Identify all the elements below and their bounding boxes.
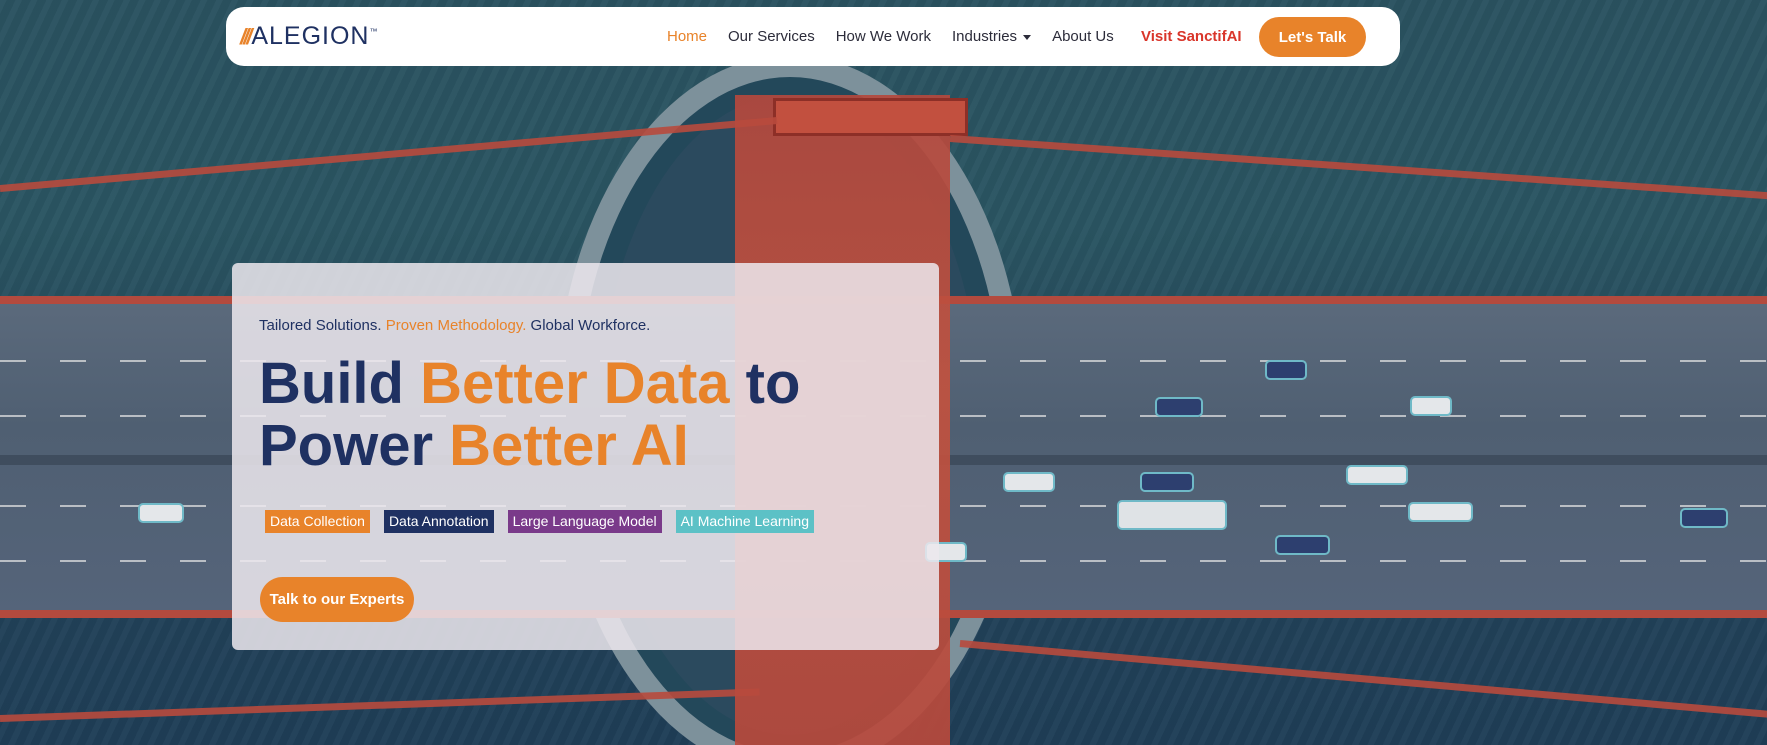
tagline-part-2: Proven Methodology. — [385, 317, 527, 334]
nav-item-how-we-work[interactable]: How We Work — [836, 28, 931, 45]
nav-menu: Home Our Services How We Work Industries… — [667, 7, 1135, 66]
vehicle — [1275, 535, 1330, 555]
logo-slashes: /// — [240, 23, 252, 49]
tagline-part-1: Tailored Solutions. — [259, 317, 386, 334]
logo-wordmark: ALEGION — [251, 22, 370, 50]
vehicle — [1003, 472, 1055, 492]
tag-large-language-model: Large Language Model — [507, 510, 662, 533]
tag-ai-machine-learning: AI Machine Learning — [675, 510, 815, 533]
vehicle — [138, 503, 184, 523]
visit-sanctifai-link[interactable]: Visit SanctifAI — [1141, 7, 1242, 66]
nav-item-industries-label: Industries — [952, 28, 1018, 45]
tag-data-annotation: Data Annotation — [383, 510, 494, 533]
hero-headline: Build Better Data to Power Better AI — [259, 353, 939, 477]
chevron-down-icon — [1023, 34, 1032, 40]
tag-data-collection: Data Collection — [265, 510, 370, 533]
vehicle — [1155, 397, 1203, 417]
vehicle — [1410, 396, 1452, 416]
nav-item-our-services[interactable]: Our Services — [728, 28, 815, 45]
lets-talk-button[interactable]: Let's Talk — [1259, 17, 1366, 57]
vehicle — [1346, 465, 1408, 485]
hero-card: Tailored Solutions. Proven Methodology. … — [232, 263, 939, 650]
talk-to-experts-button[interactable]: Talk to our Experts — [260, 577, 414, 622]
headline-part-2: Better Data — [420, 351, 730, 416]
service-tags: Data Collection Data Annotation Large La… — [265, 510, 828, 533]
nav-item-industries[interactable]: Industries — [952, 28, 1032, 45]
top-navbar: /// ALEGION ™ Home Our Services How We W… — [226, 7, 1400, 66]
tagline-part-3: Global Workforce. — [526, 317, 651, 334]
headline-part-1: Build — [259, 351, 421, 416]
alegion-logo[interactable]: /// ALEGION ™ — [240, 7, 378, 66]
hero-tagline: Tailored Solutions. Proven Methodology. … — [259, 317, 650, 334]
vehicle — [1140, 472, 1194, 492]
vehicle-truck — [1117, 500, 1227, 530]
logo-trademark: ™ — [369, 27, 378, 36]
vehicle — [1265, 360, 1307, 380]
headline-part-4: Better AI — [449, 413, 689, 478]
bridge-tower-cap — [773, 98, 968, 136]
vehicle — [1680, 508, 1728, 528]
nav-item-home[interactable]: Home — [667, 28, 707, 45]
nav-item-about-us[interactable]: About Us — [1052, 28, 1114, 45]
vehicle — [1408, 502, 1473, 522]
